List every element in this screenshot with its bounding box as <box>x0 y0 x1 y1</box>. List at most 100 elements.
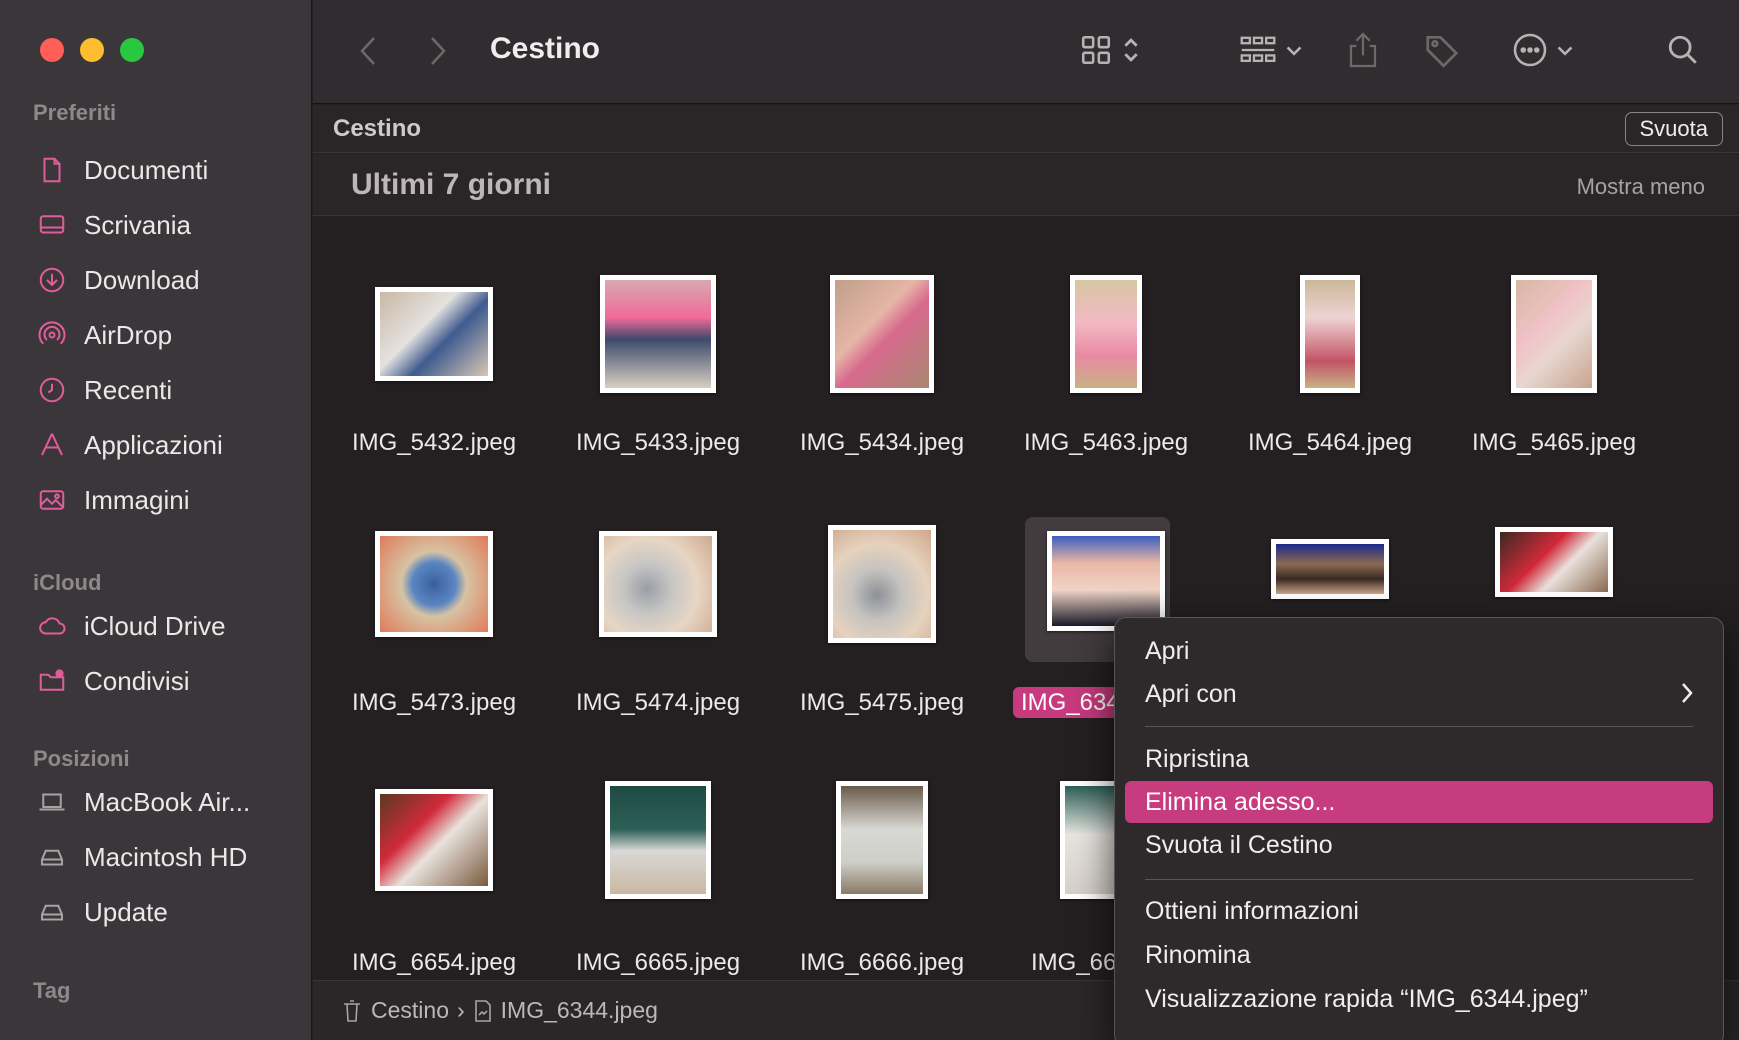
file-item[interactable]: IMG_5432.jpeg <box>329 277 539 477</box>
file-thumbnail <box>1511 275 1597 393</box>
breadcrumb-separator: › <box>456 997 465 1023</box>
file-name: IMG_5465.jpeg <box>1471 429 1637 456</box>
minimize-window-button[interactable] <box>80 38 104 62</box>
menu-item-get-info[interactable]: Ottieni informazioni <box>1125 890 1713 932</box>
menu-item-restore[interactable]: Ripristina <box>1125 738 1713 780</box>
document-icon <box>36 154 68 186</box>
sidebar-item-applications[interactable]: Applicazioni <box>36 425 223 465</box>
file-name: IMG_5473.jpeg <box>351 689 517 716</box>
applications-icon <box>36 429 68 461</box>
share-icon <box>1349 32 1377 68</box>
menu-item-label: Ottieni informazioni <box>1145 896 1359 925</box>
chevron-right-icon <box>1682 683 1693 703</box>
menu-separator <box>1145 879 1693 880</box>
more-actions-button[interactable] <box>1503 28 1583 72</box>
photo-icon <box>36 484 68 516</box>
chevron-updown-icon <box>1124 38 1138 62</box>
cloud-icon <box>36 610 68 642</box>
file-thumbnail <box>600 275 716 393</box>
menu-item-rename[interactable]: Rinomina <box>1125 934 1713 976</box>
empty-trash-button[interactable]: Svuota <box>1624 112 1723 146</box>
share-button[interactable] <box>1343 28 1383 72</box>
file-item[interactable]: IMG_5433.jpeg <box>553 275 763 477</box>
group-header: Ultimi 7 giorni Mostra meno <box>313 154 1739 216</box>
sidebar-item-downloads[interactable]: Download <box>36 260 200 300</box>
file-name: IMG_6665.jpeg <box>575 949 741 976</box>
file-item[interactable]: IMG_6666.jpeg <box>777 781 987 979</box>
menu-item-empty-trash[interactable]: Svuota il Cestino <box>1125 824 1713 866</box>
group-by-button[interactable] <box>1231 30 1311 70</box>
file-item[interactable]: IMG_5463.jpeg <box>1001 275 1211 477</box>
sidebar-section-icloud: iCloud <box>33 570 102 595</box>
close-window-button[interactable] <box>40 38 64 62</box>
sidebar-item-label: Macintosh HD <box>84 841 248 872</box>
file-name: IMG_6666.jpeg <box>799 949 965 976</box>
sidebar-item-desktop[interactable]: Scrivania <box>36 205 191 245</box>
menu-item-label: Visualizzazione rapida “IMG_6344.jpeg” <box>1145 984 1588 1013</box>
sidebar-item-macbook[interactable]: MacBook Air... <box>36 782 250 822</box>
trash-icon <box>344 999 360 1022</box>
toolbar: Cestino <box>313 0 1739 104</box>
menu-item-open[interactable]: Apri <box>1125 630 1713 672</box>
group-title: Ultimi 7 giorni <box>351 168 552 201</box>
sidebar-section-locations: Posizioni <box>33 746 130 771</box>
search-button[interactable] <box>1661 28 1705 72</box>
sidebar-item-macintosh-hd[interactable]: Macintosh HD <box>36 837 247 877</box>
sidebar-item-label: AirDrop <box>84 319 173 350</box>
file-item[interactable]: IMG_5464.jpeg <box>1225 275 1435 477</box>
file-thumbnail <box>375 789 493 891</box>
file-item[interactable]: IMG_6665.jpeg <box>553 781 763 979</box>
sidebar-item-pictures[interactable]: Immagini <box>36 480 189 520</box>
menu-item-quick-look[interactable]: Visualizzazione rapida “IMG_6344.jpeg” <box>1125 978 1713 1020</box>
file-thumbnail <box>836 781 928 899</box>
file-name: IMG_5463.jpeg <box>1023 429 1189 456</box>
chevron-right-icon <box>431 37 446 65</box>
file-thumbnail <box>1047 531 1165 631</box>
laptop-icon <box>36 786 68 818</box>
sidebar-item-airdrop[interactable]: AirDrop <box>36 315 172 355</box>
tag-icon <box>1426 35 1459 68</box>
finder-window: Preferiti Documenti Scrivania Download A… <box>0 0 1739 1040</box>
sidebar-item-recents[interactable]: Recenti <box>36 370 172 410</box>
sidebar-item-documents[interactable]: Documenti <box>36 150 208 190</box>
file-item[interactable]: IMG_5475.jpeg <box>777 525 987 737</box>
file-item[interactable]: IMG_5474.jpeg <box>553 531 763 737</box>
sidebar-item-update[interactable]: Update <box>36 892 168 932</box>
breadcrumb-item-file[interactable]: IMG_6344.jpeg <box>501 997 658 1024</box>
sidebar-section-tags: Tag <box>33 978 71 1003</box>
group-icon <box>1240 36 1276 63</box>
back-button[interactable] <box>353 34 383 68</box>
view-mode-button[interactable] <box>1070 30 1150 70</box>
ellipsis-circle-icon <box>1513 33 1547 67</box>
grid-view-icon <box>1081 35 1111 65</box>
menu-item-label: Svuota il Cestino <box>1145 830 1333 859</box>
sidebar-item-icloud-drive[interactable]: iCloud Drive <box>36 606 226 646</box>
menu-item-delete-now[interactable]: Elimina adesso... <box>1125 781 1713 823</box>
sidebar-section-favorites: Preferiti <box>33 100 117 125</box>
sidebar-item-shared[interactable]: Condivisi <box>36 661 190 701</box>
menu-item-label: Apri <box>1145 636 1190 665</box>
menu-item-label: Rinomina <box>1145 940 1251 969</box>
forward-button[interactable] <box>423 34 453 68</box>
breadcrumb-item-trash[interactable]: Cestino <box>371 997 449 1024</box>
sidebar-item-label: Scrivania <box>84 209 191 240</box>
tag-button[interactable] <box>1420 28 1464 72</box>
file-name: IMG_5464.jpeg <box>1247 429 1413 456</box>
file-item[interactable]: IMG_6654.jpeg <box>329 789 539 979</box>
menu-item-label: Apri con <box>1145 679 1237 708</box>
search-icon <box>1668 35 1697 64</box>
file-item[interactable]: IMG_5434.jpeg <box>777 275 987 477</box>
menu-item-open-with[interactable]: Apri con <box>1125 673 1713 715</box>
breadcrumb: Cestino › IMG_6344.jpeg <box>341 997 658 1024</box>
context-menu: Apri Apri con Ripristina Elimina adesso.… <box>1114 617 1724 1040</box>
file-thumbnail <box>1300 275 1360 393</box>
zoom-window-button[interactable] <box>120 38 144 62</box>
show-less-button[interactable]: Mostra meno <box>1577 174 1705 200</box>
file-name: IMG_5474.jpeg <box>575 689 741 716</box>
sidebar-item-label: Condivisi <box>84 665 190 696</box>
file-thumbnail <box>828 525 936 643</box>
menu-item-label: Ripristina <box>1145 744 1250 773</box>
file-item[interactable]: IMG_5473.jpeg <box>329 531 539 737</box>
file-item[interactable]: IMG_5465.jpeg <box>1449 275 1659 477</box>
menu-item-label: Elimina adesso... <box>1145 787 1336 816</box>
